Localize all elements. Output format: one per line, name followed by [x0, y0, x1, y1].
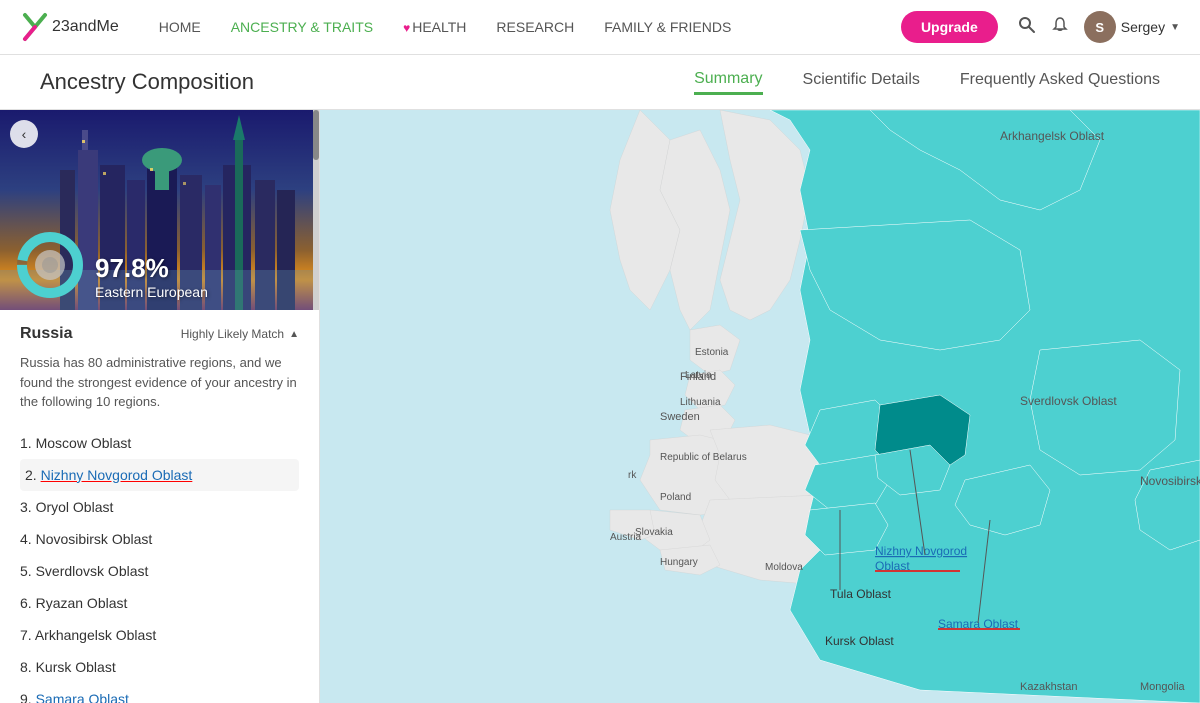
logo-text: 23andMe [52, 18, 119, 36]
scrollbar-track[interactable] [313, 110, 319, 310]
sidebar-content: Russia Highly Likely Match ▲ Russia has … [0, 310, 319, 703]
nav-ancestry[interactable]: ANCESTRY & TRAITS [231, 19, 373, 35]
label-nizhny-novgorod: Nizhny Novgorod [875, 544, 967, 558]
label-arkhangelsk: Arkhangelsk Oblast [1000, 129, 1105, 143]
donut-text: Eastern European [95, 284, 208, 300]
label-hungary: Hungary [660, 557, 698, 568]
donut-label: 97.8% Eastern European [95, 253, 208, 300]
label-novosibirsk: Novosibirsk Oblast [1140, 474, 1200, 488]
region-title: Russia [20, 325, 72, 343]
label-mongolia: Mongolia [1140, 681, 1186, 693]
match-text: Highly Likely Match [181, 327, 284, 341]
match-badge: Highly Likely Match ▲ [181, 327, 299, 341]
label-kursk: Kursk Oblast [825, 634, 894, 648]
list-item[interactable]: 1. Moscow Oblast [20, 427, 299, 459]
donut-percent: 97.8% [95, 253, 208, 284]
label-tula: Tula Oblast [830, 587, 892, 601]
label-estonia: Estonia [695, 347, 729, 358]
label-austria: Austria [610, 532, 642, 543]
search-button[interactable] [1018, 16, 1036, 39]
sub-header: Ancestry Composition Summary Scientific … [0, 55, 1200, 110]
tab-faq[interactable]: Frequently Asked Questions [960, 71, 1160, 93]
label-moldova: Moldova [765, 562, 803, 573]
page-title: Ancestry Composition [40, 69, 694, 95]
label-kazakhstan: Kazakhstan [1020, 681, 1077, 693]
map-svg: Finland Sweden Estonia Latvia Lithuania … [320, 110, 1200, 703]
label-sverdlovsk: Sverdlovsk Oblast [1020, 394, 1117, 408]
sub-nav: Summary Scientific Details Frequently As… [694, 70, 1160, 95]
header: 23andMe HOME ANCESTRY & TRAITS ♥HEALTH R… [0, 0, 1200, 55]
upgrade-button[interactable]: Upgrade [901, 11, 998, 43]
nav-research[interactable]: RESEARCH [496, 19, 574, 35]
user-name: Sergey [1121, 19, 1165, 35]
scrollbar-thumb[interactable] [313, 110, 319, 160]
samara-link[interactable]: Samara Oblast [36, 691, 129, 703]
label-lithuania: Lithuania [680, 397, 721, 408]
nav-health[interactable]: ♥HEALTH [403, 19, 466, 35]
label-rk: rk [628, 470, 637, 481]
sidebar: ‹ 97.8% Eastern European [0, 110, 320, 703]
back-button[interactable]: ‹ [10, 120, 38, 148]
list-item[interactable]: 6. Ryazan Oblast [20, 587, 299, 619]
search-icon [1018, 16, 1036, 34]
nizhny-novgorod-link[interactable]: Nizhny Novgorod Oblast [41, 467, 193, 483]
user-menu[interactable]: S Sergey ▼ [1084, 11, 1180, 43]
donut-container: 97.8% Eastern European [15, 230, 208, 300]
label-poland: Poland [660, 492, 691, 503]
main-content: ‹ 97.8% Eastern European [0, 110, 1200, 703]
notifications-button[interactable] [1051, 16, 1069, 39]
tab-summary[interactable]: Summary [694, 70, 762, 95]
list-item[interactable]: 5. Sverdlovsk Oblast [20, 555, 299, 587]
list-item[interactable]: 2. Nizhny Novgorod Oblast [20, 459, 299, 491]
label-latvia: Latvia [685, 370, 712, 381]
header-icons: S Sergey ▼ [1018, 11, 1180, 43]
logo: 23andMe [20, 12, 119, 42]
chevron-up-icon: ▲ [289, 329, 299, 340]
sidebar-image-area: ‹ 97.8% Eastern European [0, 110, 319, 310]
nav-family[interactable]: FAMILY & FRIENDS [604, 19, 731, 35]
list-item[interactable]: 8. Kursk Oblast [20, 651, 299, 683]
region-list: 1. Moscow Oblast 2. Nizhny Novgorod Obla… [20, 427, 299, 703]
avatar: S [1084, 11, 1116, 43]
bell-icon [1051, 16, 1069, 34]
list-item[interactable]: 7. Arkhangelsk Oblast [20, 619, 299, 651]
health-dot: ♥ [403, 21, 410, 35]
list-item[interactable]: 4. Novosibirsk Oblast [20, 523, 299, 555]
region-description: Russia has 80 administrative regions, an… [20, 353, 299, 412]
label-sweden: Sweden [660, 411, 700, 423]
list-item[interactable]: 3. Oryol Oblast [20, 491, 299, 523]
logo-icon [20, 12, 50, 42]
tab-scientific-details[interactable]: Scientific Details [803, 71, 920, 93]
chevron-down-icon: ▼ [1170, 22, 1180, 33]
donut-chart [15, 230, 85, 300]
main-nav: HOME ANCESTRY & TRAITS ♥HEALTH RESEARCH … [159, 19, 891, 35]
nav-home[interactable]: HOME [159, 19, 201, 35]
region-header: Russia Highly Likely Match ▲ [20, 325, 299, 343]
list-item[interactable]: 9. Samara Oblast [20, 683, 299, 703]
map-area: Finland Sweden Estonia Latvia Lithuania … [320, 110, 1200, 703]
label-belarus: Republic of Belarus [660, 452, 747, 463]
